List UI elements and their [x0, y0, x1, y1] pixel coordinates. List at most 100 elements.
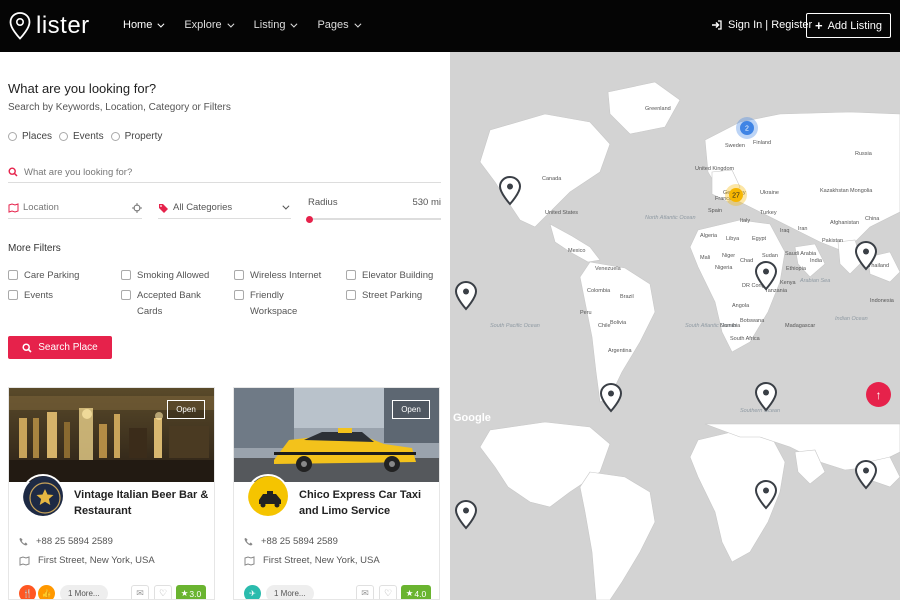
scroll-to-top-button[interactable]: ↑ [866, 382, 891, 407]
map-pin-icon[interactable] [754, 381, 778, 412]
filter-friendly-workspace[interactable]: Friendly Workspace [234, 288, 312, 319]
map-view[interactable]: Greenland Canada United States Mexico North … [450, 52, 900, 600]
filter-label: Events [24, 290, 54, 301]
radio-places[interactable]: Places [8, 131, 52, 142]
filter-label: Wireless Internet [250, 270, 322, 281]
search-place-button[interactable]: Search Place [8, 336, 112, 359]
radius-slider-handle[interactable] [306, 215, 313, 223]
map-label: Turkey [760, 210, 777, 216]
map-icon [244, 555, 255, 566]
google-logo: Google [453, 412, 491, 424]
listing-title[interactable]: Chico Express Car Taxi and Limo Service [299, 488, 439, 519]
listing-image[interactable]: Open [9, 388, 214, 482]
filter-label: Street Parking [362, 290, 423, 301]
chevron-down-icon [157, 20, 165, 28]
filter-street-parking[interactable]: Street Parking [346, 288, 422, 304]
radio-property-label: Property [124, 131, 163, 142]
map-label: Southern Ocean [740, 408, 780, 414]
map-label: Spain [708, 208, 722, 214]
checkbox-icon [8, 270, 18, 280]
map-label: India [810, 258, 823, 264]
filter-label: Care Parking [24, 270, 80, 281]
category-select[interactable]: All Categories [158, 197, 291, 219]
cluster-count: 27 [732, 193, 740, 200]
more-categories-chip[interactable]: 1 More... [266, 585, 314, 599]
listing-address: First Street, New York, USA [19, 555, 155, 566]
map-label: Indonesia [870, 298, 895, 304]
nav-pages[interactable]: Pages [317, 19, 362, 31]
listing-card[interactable]: Open Chico Express Car Taxi and Limo Ser… [233, 387, 440, 600]
world-map[interactable]: Greenland Canada United States Mexico North … [450, 52, 900, 600]
keyword-search-input[interactable]: What are you looking for? [8, 162, 441, 183]
filter-label: Elevator Building [362, 270, 434, 281]
thumbs-up-icon[interactable]: 👍 [38, 585, 55, 599]
more-categories-chip[interactable]: 1 More... [60, 585, 108, 599]
listing-logo [246, 474, 290, 518]
location-input[interactable]: Location [8, 197, 142, 219]
checkbox-icon [121, 290, 131, 300]
listing-image[interactable]: Open [234, 388, 439, 482]
nav-explore-label: Explore [184, 19, 222, 31]
listing-card[interactable]: Open Vintage Italian Beer Bar & Restaura… [8, 387, 215, 600]
listing-footer: ✈ 1 More... ✉ ♡ ★ 4.0 [244, 585, 434, 599]
logo[interactable]: lister [8, 12, 90, 40]
heart-icon[interactable]: ♡ [379, 585, 397, 599]
map-label: Sudan [762, 253, 778, 259]
map-pin-icon[interactable] [454, 280, 478, 311]
search-title: What are you looking for? [8, 81, 157, 96]
listing-phone-text: +88 25 5894 2589 [36, 536, 113, 547]
map-label: Venezuela [595, 266, 622, 272]
nav-home[interactable]: Home [123, 19, 165, 31]
restaurant-icon[interactable]: 🍴 [19, 585, 36, 599]
listing-phone-text: +88 25 5894 2589 [261, 536, 338, 547]
rating-value: 3.0 [189, 588, 202, 599]
filter-accepted-bank-cards[interactable]: Accepted Bank Cards [121, 288, 201, 319]
map-label: Egypt [752, 236, 767, 242]
map-label: Tanzania [765, 288, 788, 294]
filter-care-parking[interactable]: Care Parking [8, 268, 79, 284]
chevron-down-icon [290, 20, 298, 28]
listing-address: First Street, New York, USA [244, 555, 380, 566]
more-filters-label: More Filters [8, 243, 61, 254]
filter-events[interactable]: Events [8, 288, 53, 304]
radius-slider-track[interactable] [306, 215, 441, 223]
rating-badge: ★ 3.0 [176, 585, 206, 599]
map-label: Greenland [645, 106, 671, 112]
filter-smoking-allowed[interactable]: Smoking Allowed [121, 268, 209, 284]
listing-type-radios: Places Events Property [8, 131, 163, 142]
map-label: Namibia [720, 323, 741, 329]
listing-footer: 🍴 👍 1 More... ✉ ♡ ★ 3.0 [19, 585, 209, 599]
map-cluster-small[interactable]: 2 [736, 117, 758, 139]
filter-elevator-building[interactable]: Elevator Building [346, 268, 433, 284]
checkbox-icon [8, 290, 18, 300]
mail-icon[interactable]: ✉ [356, 585, 374, 599]
search-subtitle: Search by Keywords, Location, Category o… [8, 102, 231, 113]
map-pin-icon[interactable] [454, 499, 478, 530]
mail-icon[interactable]: ✉ [131, 585, 149, 599]
map-icon [8, 202, 19, 213]
nav-explore[interactable]: Explore [184, 19, 235, 31]
radio-events[interactable]: Events [59, 131, 104, 142]
radio-property[interactable]: Property [110, 131, 163, 142]
nav-listing[interactable]: Listing [254, 19, 298, 31]
phone-icon [19, 537, 28, 546]
listing-title[interactable]: Vintage Italian Beer Bar & Restaurant [74, 488, 214, 519]
nav-pages-label: Pages [317, 19, 349, 31]
listing-address-text: First Street, New York, USA [38, 555, 155, 566]
map-cluster-large[interactable]: 27 [725, 184, 747, 206]
radio-circle-icon [110, 132, 120, 141]
radio-circle-icon [59, 132, 69, 141]
map-label: Italy [740, 218, 750, 224]
car-icon[interactable]: ✈ [244, 585, 261, 599]
map-pin-icon[interactable] [599, 382, 623, 413]
filter-wireless-internet[interactable]: Wireless Internet [234, 268, 321, 284]
status-badge: Open [167, 400, 205, 419]
rating-badge: ★ 4.0 [401, 585, 431, 599]
add-listing-button[interactable]: + Add Listing [806, 13, 891, 38]
map-pin-icon[interactable] [854, 459, 878, 490]
crosshair-icon[interactable] [132, 202, 142, 213]
signin-link[interactable]: Sign In | Register [711, 19, 812, 31]
map-label: South Africa [730, 336, 761, 342]
tags-icon [159, 203, 168, 213]
heart-icon[interactable]: ♡ [154, 585, 172, 599]
